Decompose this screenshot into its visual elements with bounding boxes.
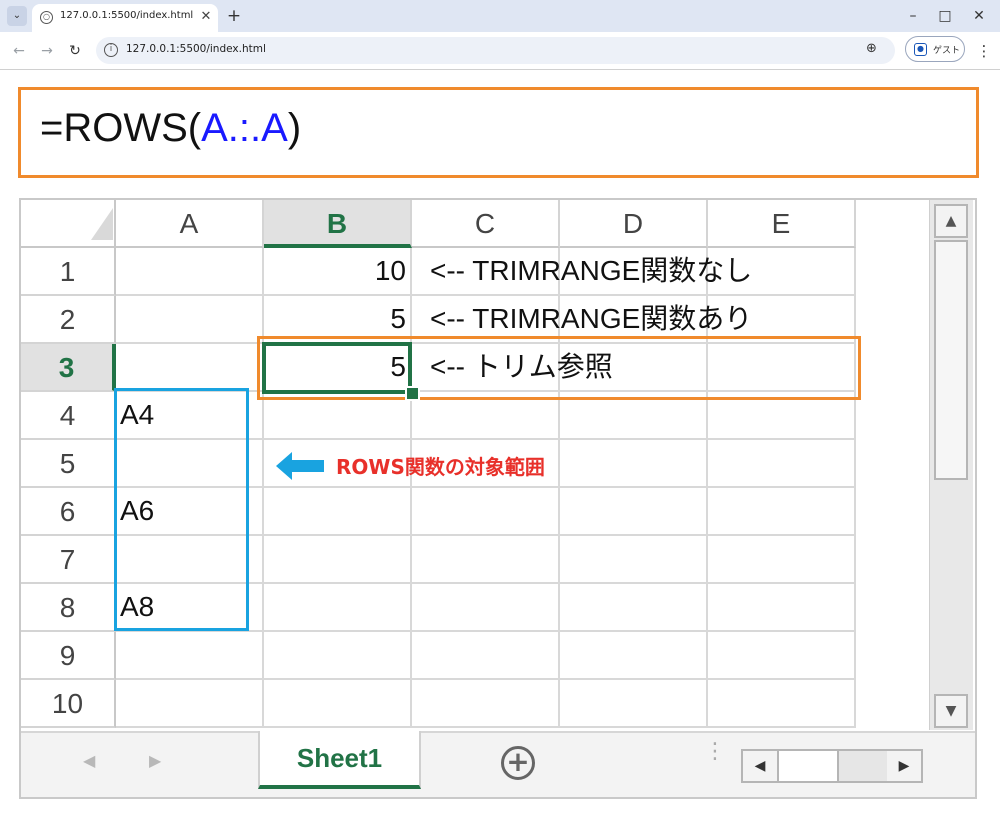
close-window-icon[interactable]: ✕ bbox=[962, 4, 996, 28]
browser-toolbar: ← → ↻ i 127.0.0.1:5500/index.html ⊕ ● ゲス… bbox=[0, 32, 1000, 69]
grid-cell-c10[interactable] bbox=[412, 680, 560, 728]
horizontal-scrollbar[interactable]: ◀ ▶ bbox=[741, 749, 923, 783]
tab-title: 127.0.0.1:5500/index.html bbox=[60, 10, 194, 21]
formula-prefix: =ROWS( bbox=[40, 106, 202, 150]
tab-split-handle-icon[interactable]: ⋮ bbox=[704, 741, 726, 763]
maximize-icon[interactable]: □ bbox=[928, 4, 962, 28]
grid-cell-a10[interactable] bbox=[116, 680, 264, 728]
row-header-5[interactable]: 5 bbox=[21, 440, 116, 488]
fill-handle[interactable] bbox=[405, 386, 420, 401]
grid-cell-e5[interactable] bbox=[708, 440, 856, 488]
scroll-left-icon[interactable]: ◀ bbox=[743, 751, 777, 781]
kebab-menu-icon[interactable]: ⋮ bbox=[976, 40, 992, 62]
horizontal-scroll-thumb[interactable] bbox=[777, 751, 839, 781]
column-header-e[interactable]: E bbox=[708, 200, 856, 248]
column-header-d[interactable]: D bbox=[560, 200, 708, 248]
row-header-6[interactable]: 6 bbox=[21, 488, 116, 536]
grid-cell-b10[interactable] bbox=[264, 680, 412, 728]
select-all-corner[interactable] bbox=[21, 200, 116, 248]
row-header-1[interactable]: 1 bbox=[21, 248, 116, 296]
row-header-4[interactable]: 4 bbox=[21, 392, 116, 440]
forward-icon[interactable]: → bbox=[36, 40, 58, 62]
grid-cell-e9[interactable] bbox=[708, 632, 856, 680]
grid-cell-d10[interactable] bbox=[560, 680, 708, 728]
grid-cell-a2[interactable] bbox=[116, 296, 264, 344]
rows-range-highlight bbox=[114, 388, 249, 631]
grid-cell-e8[interactable] bbox=[708, 584, 856, 632]
scroll-up-icon[interactable]: ▲ bbox=[934, 204, 968, 238]
tab-strip: ⌄ ○ 127.0.0.1:5500/index.html ✕ + – □ ✕ bbox=[0, 0, 1000, 32]
grid-cell-b8[interactable] bbox=[264, 584, 412, 632]
vertical-scrollbar[interactable]: ▲ ▼ bbox=[929, 200, 973, 730]
info-icon[interactable]: i bbox=[104, 43, 118, 57]
column-header-b[interactable]: B bbox=[264, 200, 412, 248]
row-header-2[interactable]: 2 bbox=[21, 296, 116, 344]
formula-reference: A.:.A bbox=[201, 106, 288, 150]
reload-icon[interactable]: ↻ bbox=[64, 40, 86, 62]
address-bar[interactable]: i 127.0.0.1:5500/index.html ⊕ bbox=[96, 37, 895, 64]
zoom-icon[interactable]: ⊕ bbox=[866, 41, 877, 56]
cell-c1[interactable]: <-- TRIMRANGE関数なし bbox=[426, 248, 846, 296]
tab-scroll-left-icon[interactable]: ◀ bbox=[83, 751, 95, 770]
profile-icon: ● bbox=[914, 43, 927, 56]
grid-cell-d8[interactable] bbox=[560, 584, 708, 632]
scroll-right-icon[interactable]: ▶ bbox=[887, 751, 921, 781]
cell-b1[interactable]: 10 bbox=[264, 248, 412, 296]
grid-cell-e7[interactable] bbox=[708, 536, 856, 584]
sheet-tab-bar: ◀ ▶ Sheet1 + ⋮ ◀ ▶ bbox=[21, 731, 975, 797]
close-icon[interactable]: ✕ bbox=[198, 9, 214, 25]
tab-scroll-right-icon[interactable]: ▶ bbox=[149, 751, 161, 770]
row-header-7[interactable]: 7 bbox=[21, 536, 116, 584]
row-header-8[interactable]: 8 bbox=[21, 584, 116, 632]
grid-cell-d5[interactable] bbox=[560, 440, 708, 488]
grid-cell-c8[interactable] bbox=[412, 584, 560, 632]
column-header-a[interactable]: A bbox=[116, 200, 264, 248]
profile-label: ゲスト bbox=[933, 46, 961, 56]
grid-cell-a1[interactable] bbox=[116, 248, 264, 296]
row-header-10[interactable]: 10 bbox=[21, 680, 116, 728]
url-text[interactable]: 127.0.0.1:5500/index.html bbox=[126, 43, 266, 55]
minimize-icon[interactable]: – bbox=[896, 4, 930, 28]
formula-suffix: ) bbox=[287, 106, 302, 150]
active-cell-border bbox=[262, 342, 412, 394]
grid-cell-b6[interactable] bbox=[264, 488, 412, 536]
row-header-9[interactable]: 9 bbox=[21, 632, 116, 680]
select-all-triangle-icon bbox=[91, 208, 113, 240]
row-header-3[interactable]: 3 bbox=[21, 344, 116, 392]
formula-text: =ROWS(A.:.A) bbox=[40, 106, 301, 151]
grid-cell-d7[interactable] bbox=[560, 536, 708, 584]
left-arrow-icon bbox=[276, 452, 324, 480]
column-header-c[interactable]: C bbox=[412, 200, 560, 248]
annotation-label: ROWS関数の対象範囲 bbox=[336, 455, 545, 479]
sheet-tab-sheet1[interactable]: Sheet1 bbox=[258, 731, 421, 789]
browser-tab[interactable]: ○ 127.0.0.1:5500/index.html ✕ bbox=[32, 4, 218, 32]
formula-box: =ROWS(A.:.A) bbox=[18, 87, 979, 178]
grid-cell-c9[interactable] bbox=[412, 632, 560, 680]
plus-icon[interactable]: + bbox=[224, 6, 244, 26]
chrome-divider bbox=[0, 69, 1000, 70]
grid-cell-d6[interactable] bbox=[560, 488, 708, 536]
grid-cell-b7[interactable] bbox=[264, 536, 412, 584]
grid-cell-a3[interactable] bbox=[116, 344, 264, 392]
profile-button[interactable]: ● ゲスト bbox=[905, 36, 965, 62]
back-icon[interactable]: ← bbox=[8, 40, 30, 62]
scroll-down-icon[interactable]: ▼ bbox=[934, 694, 968, 728]
grid-cell-e6[interactable] bbox=[708, 488, 856, 536]
vertical-scroll-thumb[interactable] bbox=[934, 240, 968, 480]
grid-cell-c6[interactable] bbox=[412, 488, 560, 536]
grid-cell-c7[interactable] bbox=[412, 536, 560, 584]
grid-cell-a9[interactable] bbox=[116, 632, 264, 680]
tab-menu-icon[interactable]: ⌄ bbox=[7, 6, 27, 26]
grid-cell-b9[interactable] bbox=[264, 632, 412, 680]
globe-icon: ○ bbox=[40, 11, 53, 24]
grid-cell-e10[interactable] bbox=[708, 680, 856, 728]
add-sheet-icon[interactable]: + bbox=[501, 746, 535, 780]
grid-cell-d9[interactable] bbox=[560, 632, 708, 680]
